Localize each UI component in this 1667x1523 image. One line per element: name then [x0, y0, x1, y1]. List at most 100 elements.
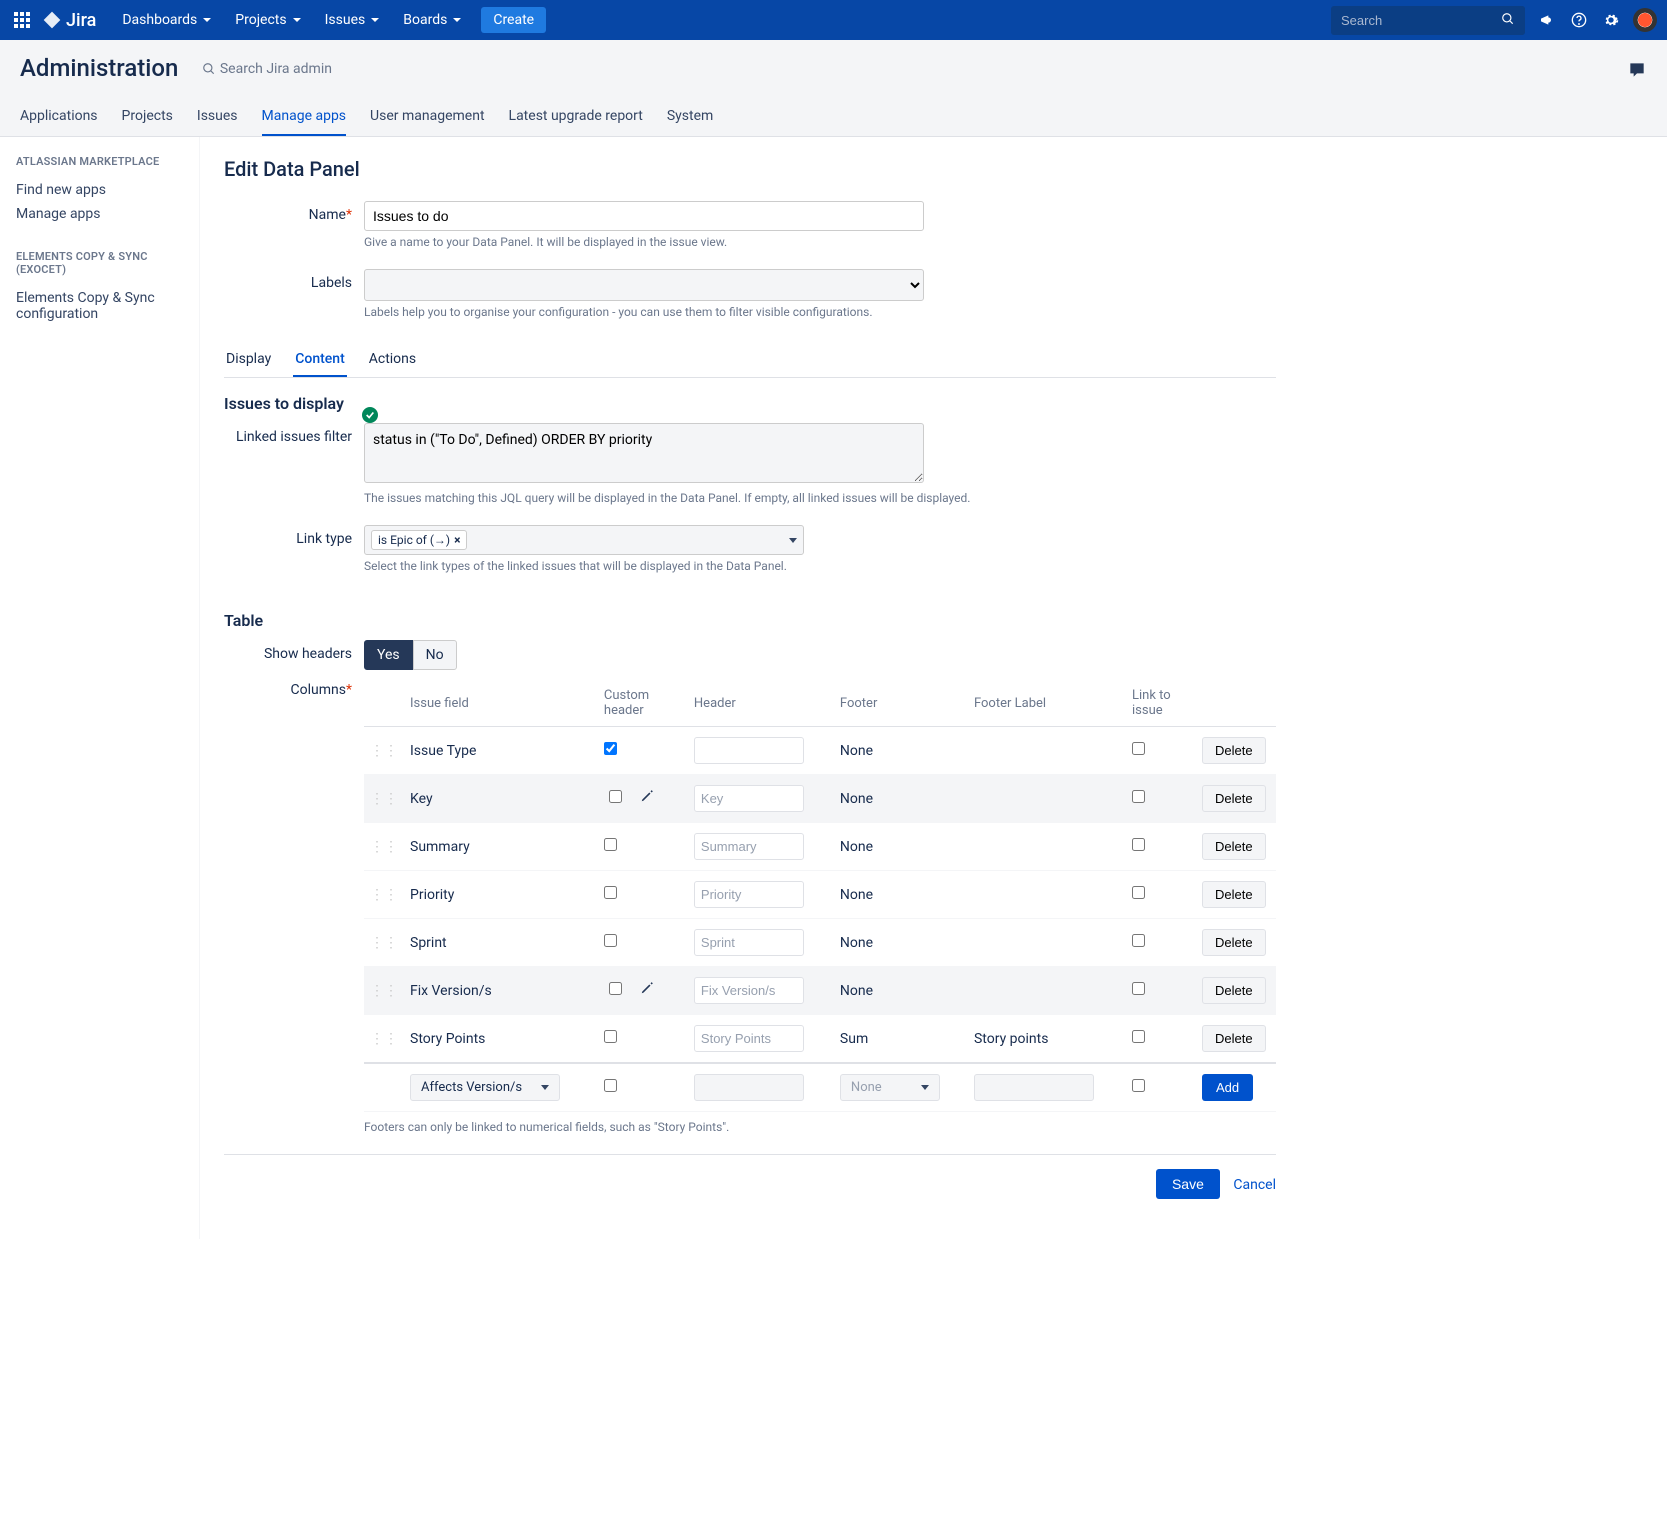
link-checkbox[interactable] [1132, 886, 1145, 899]
issues-section-title: Issues to display [224, 394, 1276, 413]
tab-applications[interactable]: Applications [20, 108, 98, 136]
admin-title: Administration [20, 54, 178, 82]
name-input[interactable] [364, 201, 924, 231]
close-icon[interactable]: × [454, 533, 460, 547]
delete-button[interactable]: Delete [1202, 737, 1266, 764]
sidebar-heading-marketplace: ATLASSIAN MARKETPLACE [16, 155, 183, 168]
chevron-down-icon [203, 18, 211, 22]
new-header-input[interactable] [694, 1074, 804, 1101]
link-checkbox[interactable] [1132, 934, 1145, 947]
new-footer-select[interactable]: None [840, 1074, 940, 1101]
field-name: Fix Version/s [404, 967, 598, 1015]
custom-header-checkbox[interactable] [609, 982, 622, 995]
new-custom-checkbox[interactable] [604, 1079, 617, 1092]
gear-icon[interactable] [1601, 10, 1621, 30]
custom-header-checkbox[interactable] [609, 790, 622, 803]
header-input[interactable] [694, 833, 804, 860]
toggle-no[interactable]: No [413, 640, 457, 670]
tab-projects[interactable]: Projects [122, 108, 173, 136]
link-checkbox[interactable] [1132, 742, 1145, 755]
drag-handle-icon[interactable]: ⋮⋮ [370, 791, 398, 807]
global-search [1331, 6, 1525, 35]
save-button[interactable]: Save [1156, 1169, 1220, 1199]
header-input[interactable] [694, 737, 804, 764]
header-input[interactable] [694, 977, 804, 1004]
cancel-link[interactable]: Cancel [1233, 1177, 1276, 1193]
sidebar-exocet-config[interactable]: Elements Copy & Sync configuration [16, 286, 183, 326]
subtab-display[interactable]: Display [224, 345, 273, 377]
sidebar-find-apps[interactable]: Find new apps [16, 178, 183, 202]
header-input[interactable] [694, 785, 804, 812]
table-row: ⋮⋮ Story Points Sum Story points Delete [364, 1015, 1276, 1064]
add-button[interactable]: Add [1202, 1074, 1253, 1101]
jql-label: Linked issues filter [224, 423, 364, 445]
link-checkbox[interactable] [1132, 982, 1145, 995]
delete-button[interactable]: Delete [1202, 881, 1266, 908]
custom-header-checkbox[interactable] [604, 934, 617, 947]
drag-handle-icon[interactable]: ⋮⋮ [370, 983, 398, 999]
page-title: Edit Data Panel [224, 157, 1276, 181]
th-custom: Custom header [598, 680, 688, 727]
delete-button[interactable]: Delete [1202, 1025, 1266, 1052]
custom-header-checkbox[interactable] [604, 742, 617, 755]
search-button[interactable] [1491, 6, 1525, 35]
delete-button[interactable]: Delete [1202, 929, 1266, 956]
delete-button[interactable]: Delete [1202, 977, 1266, 1004]
labels-help: Labels help you to organise your configu… [364, 305, 1276, 319]
help-icon[interactable] [1569, 10, 1589, 30]
toggle-yes[interactable]: Yes [364, 640, 413, 670]
nav-boards[interactable]: Boards [393, 6, 471, 34]
nav-issues[interactable]: Issues [315, 6, 390, 34]
subtab-content[interactable]: Content [293, 345, 347, 377]
new-link-checkbox[interactable] [1132, 1079, 1145, 1092]
tab-upgrade-report[interactable]: Latest upgrade report [509, 108, 643, 136]
custom-header-checkbox[interactable] [604, 838, 617, 851]
sidebar-manage-apps[interactable]: Manage apps [16, 202, 183, 226]
jql-help: The issues matching this JQL query will … [364, 491, 1276, 505]
link-checkbox[interactable] [1132, 838, 1145, 851]
apps-switcher-icon[interactable] [10, 8, 34, 32]
announce-icon[interactable] [1537, 10, 1557, 30]
topbar: Jira Dashboards Projects Issues Boards C… [0, 0, 1667, 40]
jira-logo[interactable]: Jira [42, 10, 96, 31]
subtab-actions[interactable]: Actions [367, 345, 418, 377]
pencil-icon[interactable] [640, 789, 654, 807]
delete-button[interactable]: Delete [1202, 833, 1266, 860]
nav-dashboards[interactable]: Dashboards [112, 6, 221, 34]
field-name: Issue Type [404, 727, 598, 775]
tab-manage-apps[interactable]: Manage apps [262, 108, 347, 136]
header-input[interactable] [694, 881, 804, 908]
footer-label-value [968, 919, 1126, 967]
new-field-select[interactable]: Affects Version/s [410, 1074, 560, 1101]
delete-button[interactable]: Delete [1202, 785, 1266, 812]
custom-header-checkbox[interactable] [604, 1030, 617, 1043]
tab-system[interactable]: System [667, 108, 713, 136]
drag-handle-icon[interactable]: ⋮⋮ [370, 935, 398, 951]
header-input[interactable] [694, 929, 804, 956]
drag-handle-icon[interactable]: ⋮⋮ [370, 839, 398, 855]
tab-user-management[interactable]: User management [370, 108, 484, 136]
search-input[interactable] [1331, 7, 1491, 34]
drag-handle-icon[interactable]: ⋮⋮ [370, 887, 398, 903]
create-button[interactable]: Create [481, 7, 546, 33]
field-name: Story Points [404, 1015, 598, 1064]
footer-label-value: Story points [968, 1015, 1126, 1064]
feedback-icon[interactable] [1627, 60, 1647, 84]
link-checkbox[interactable] [1132, 790, 1145, 803]
user-avatar[interactable] [1633, 8, 1657, 32]
pencil-icon[interactable] [640, 981, 654, 999]
linktype-select[interactable]: is Epic of (→) × [364, 525, 804, 555]
admin-search[interactable]: Search Jira admin [202, 61, 332, 77]
drag-handle-icon[interactable]: ⋮⋮ [370, 1031, 398, 1047]
link-checkbox[interactable] [1132, 1030, 1145, 1043]
custom-header-checkbox[interactable] [604, 886, 617, 899]
jql-input[interactable]: status in ("To Do", Defined) ORDER BY pr… [364, 423, 924, 483]
nav-projects[interactable]: Projects [225, 6, 310, 34]
header-input[interactable] [694, 1025, 804, 1052]
linktype-chip[interactable]: is Epic of (→) × [371, 530, 467, 550]
labels-select[interactable] [364, 269, 924, 301]
new-flabel-input[interactable] [974, 1074, 1094, 1101]
drag-handle-icon[interactable]: ⋮⋮ [370, 743, 398, 759]
tab-issues[interactable]: Issues [197, 108, 238, 136]
show-headers-label: Show headers [224, 640, 364, 662]
